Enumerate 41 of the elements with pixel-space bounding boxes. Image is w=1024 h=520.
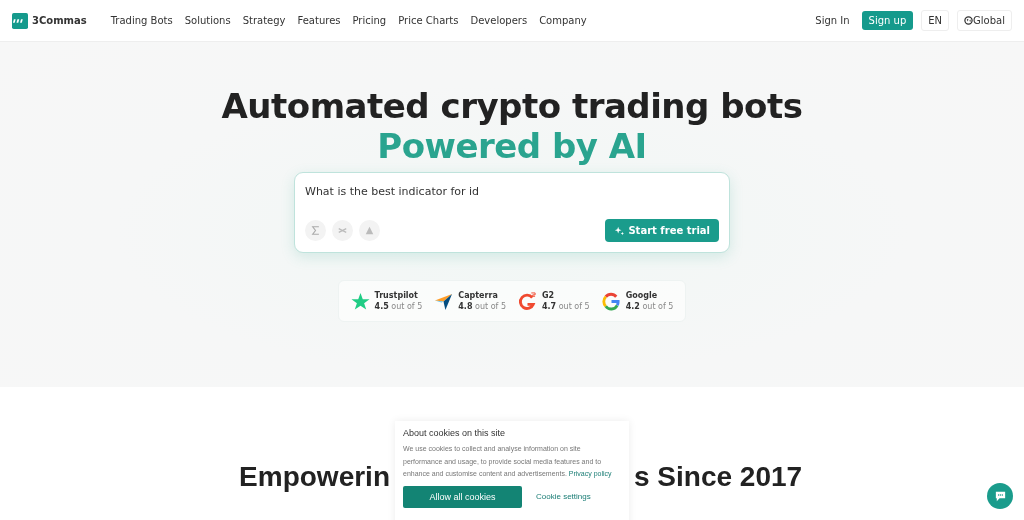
rating-source: Trustpilot (374, 291, 419, 300)
nav-link[interactable]: Price Charts (398, 15, 459, 26)
triangle-tool-button[interactable] (359, 220, 380, 241)
prompt-field[interactable]: What is the best indicator for id Start free trial (294, 172, 730, 253)
nav-link[interactable]: Strategy (242, 15, 286, 26)
rating-source: Capterra (458, 291, 499, 300)
sign-in-link[interactable]: Sign In (815, 15, 850, 26)
sparkle-icon (614, 225, 625, 236)
chat-icon (993, 489, 1007, 503)
shuffle-tool-button[interactable] (332, 220, 353, 241)
section-heading: s Since 2017 (634, 461, 803, 493)
rating-score: 4.8 out of 5 (458, 302, 506, 311)
logo-icon (12, 12, 28, 29)
cookie-settings-link[interactable]: Cookie settings (536, 492, 591, 501)
allow-cookies-button[interactable]: Allow all cookies (403, 485, 522, 508)
chat-button[interactable] (987, 483, 1013, 509)
g-icon (601, 291, 621, 311)
globe-icon (964, 16, 974, 25)
g2-icon (518, 291, 537, 311)
hero-title: Automated crypto trading bots (221, 86, 803, 126)
rating-source: Google (625, 291, 659, 300)
cookie-title: About cookies on this site (403, 428, 507, 438)
arrow-icon (434, 291, 454, 311)
language-button[interactable]: EN (921, 10, 950, 31)
hero-subtitle: Powered by AI (377, 126, 647, 166)
rating-score: 4.7 out of 5 (542, 302, 590, 311)
brand-logo[interactable]: 3Commas (12, 12, 87, 29)
nav-link[interactable]: Company (539, 15, 587, 26)
nav-link[interactable]: Solutions (184, 15, 231, 26)
brand-name: 3Commas (32, 15, 87, 26)
rating-score: 4.2 out of 5 (625, 302, 674, 311)
nav-link[interactable]: Developers (470, 15, 528, 26)
nav-link[interactable]: Trading Bots (110, 15, 173, 26)
region-button[interactable]: Global (957, 10, 1012, 31)
star-icon (350, 291, 370, 311)
rating-source: G2 (542, 291, 556, 300)
sigma-tool-button[interactable] (305, 220, 326, 241)
rating-score: 4.5 out of 5 (374, 302, 423, 311)
nav-link[interactable]: Pricing (352, 15, 387, 26)
nav-link[interactable]: Features (297, 15, 341, 26)
section-heading: Empowerin (239, 461, 390, 493)
